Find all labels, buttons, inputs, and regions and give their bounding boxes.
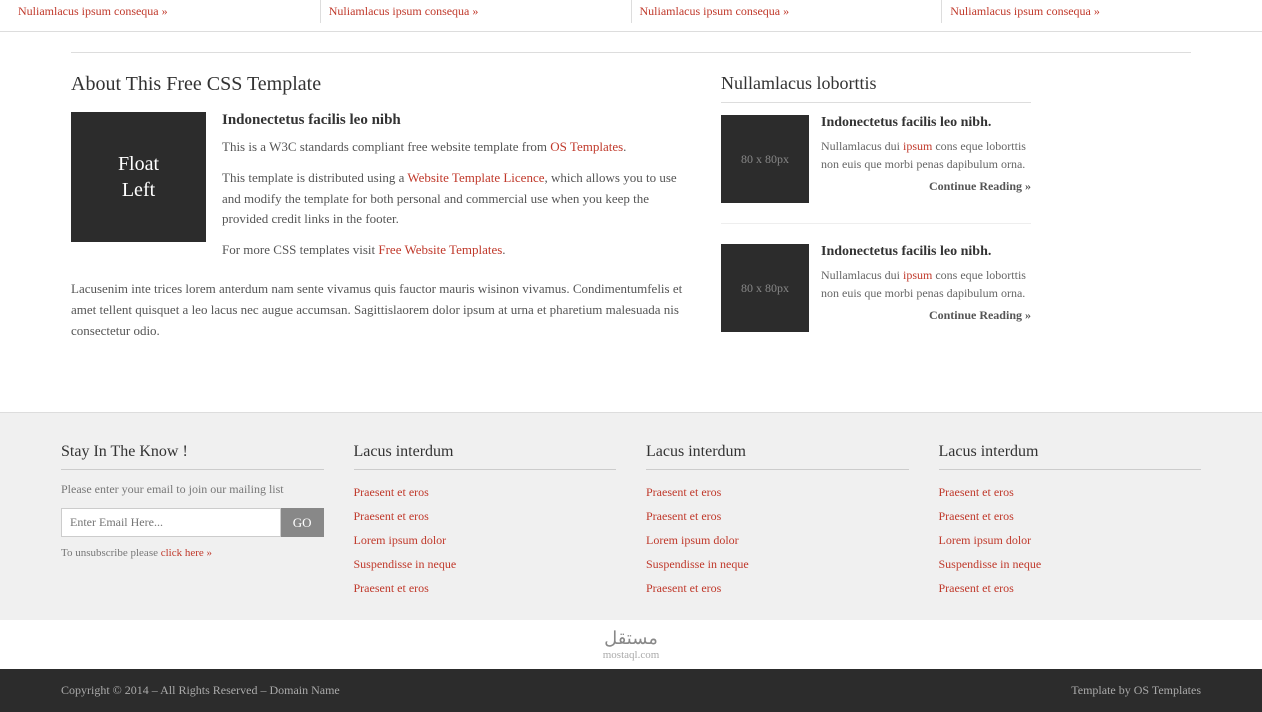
footer-link-4-1[interactable]: Praesent et eros <box>939 480 1202 504</box>
top-strip-item-1: Nuliamlacus ipsum consequa » <box>10 0 321 23</box>
article-block: Float Left Indonectetus facilis leo nibh… <box>71 112 691 271</box>
right-column: Nullamlacus loborttis 80 x 80px Indonect… <box>721 73 1031 372</box>
footer-top-inner: Stay In The Know ! Please enter your ema… <box>61 443 1201 600</box>
unsubscribe-text: To unsubscribe please click here » <box>61 547 324 559</box>
watermark-arabic: مستقل <box>8 628 1254 649</box>
footer-top: Stay In The Know ! Please enter your ema… <box>0 412 1262 620</box>
footer-col-2: Lacus interdum Praesent et eros Praesent… <box>354 443 617 600</box>
top-strip-item-4: Nuliamlacus ipsum consequa » <box>942 0 1252 23</box>
footer-link-3-1[interactable]: Praesent et eros <box>646 480 909 504</box>
right-article-2: 80 x 80px Indonectetus facilis leo nibh.… <box>721 244 1031 352</box>
mailing-desc: Please enter your email to join our mail… <box>61 480 324 498</box>
right-article-1-text: Nullamlacus dui ipsum cons eque lobortti… <box>821 137 1031 173</box>
footer-link-2-3[interactable]: Lorem ipsum dolor <box>354 528 617 552</box>
watermark-latin: mostaql.com <box>8 649 1254 661</box>
right-article-1: 80 x 80px Indonectetus facilis leo nibh.… <box>721 115 1031 224</box>
email-form: GO <box>61 508 324 537</box>
float-left-label: Float Left <box>118 151 159 203</box>
thumb-2: 80 x 80px <box>721 244 809 332</box>
footer-bottom: Copyright © 2014 – All Rights Reserved –… <box>0 669 1262 712</box>
footer-link-2-4[interactable]: Suspendisse in neque <box>354 552 617 576</box>
email-input[interactable] <box>61 508 281 537</box>
right-article-2-text: Nullamlacus dui ipsum cons eque lobortti… <box>821 266 1031 302</box>
top-strip-item-2: Nuliamlacus ipsum consequa » <box>321 0 632 23</box>
top-strip-item-3: Nuliamlacus ipsum consequa » <box>632 0 943 23</box>
right-article-1-content: Indonectetus facilis leo nibh. Nullamlac… <box>821 115 1031 203</box>
footer-col-mailing: Stay In The Know ! Please enter your ema… <box>61 443 324 600</box>
article-para-3: For more CSS templates visit Free Websit… <box>71 240 691 261</box>
footer-col-3: Lacus interdum Praesent et eros Praesent… <box>646 443 909 600</box>
watermark: مستقل mostaql.com <box>0 620 1262 669</box>
footer-col-1-title: Stay In The Know ! <box>61 443 324 470</box>
footer-col-2-title: Lacus interdum <box>354 443 617 470</box>
left-section-title: About This Free CSS Template <box>71 73 691 96</box>
main-wrapper: About This Free CSS Template Float Left … <box>61 32 1201 392</box>
article-1-ipsum-link[interactable]: ipsum <box>903 139 932 153</box>
footer-link-2-2[interactable]: Praesent et eros <box>354 504 617 528</box>
footer-col-3-title: Lacus interdum <box>646 443 909 470</box>
right-article-2-content: Indonectetus facilis leo nibh. Nullamlac… <box>821 244 1031 332</box>
continue-reading-2[interactable]: Continue Reading » <box>821 308 1031 323</box>
footer-links-3: Praesent et eros Praesent et eros Lorem … <box>646 480 909 600</box>
footer-link-4-3[interactable]: Lorem ipsum dolor <box>939 528 1202 552</box>
footer-links-2: Praesent et eros Praesent et eros Lorem … <box>354 480 617 600</box>
copyright-text: Copyright © 2014 – All Rights Reserved –… <box>61 683 340 698</box>
footer-bottom-inner: Copyright © 2014 – All Rights Reserved –… <box>61 683 1201 698</box>
unsubscribe-link[interactable]: click here » <box>161 547 212 559</box>
float-left-image: Float Left <box>71 112 206 242</box>
article-2-ipsum-link[interactable]: ipsum <box>903 268 932 282</box>
footer-link-3-4[interactable]: Suspendisse in neque <box>646 552 909 576</box>
content-row: About This Free CSS Template Float Left … <box>71 52 1191 372</box>
footer-link-3-5[interactable]: Praesent et eros <box>646 576 909 600</box>
footer-col-4-title: Lacus interdum <box>939 443 1202 470</box>
footer-link-3-2[interactable]: Praesent et eros <box>646 504 909 528</box>
footer-links-4: Praesent et eros Praesent et eros Lorem … <box>939 480 1202 600</box>
footer-link-4-5[interactable]: Praesent et eros <box>939 576 1202 600</box>
template-by-text: Template by OS Templates <box>1071 683 1201 698</box>
footer-link-4-2[interactable]: Praesent et eros <box>939 504 1202 528</box>
left-column: About This Free CSS Template Float Left … <box>71 73 691 372</box>
main-text: Lacusenim inte trices lorem anterdum nam… <box>71 279 691 341</box>
footer-link-2-1[interactable]: Praesent et eros <box>354 480 617 504</box>
licence-link[interactable]: Website Template Licence <box>407 170 544 185</box>
footer-link-4-4[interactable]: Suspendisse in neque <box>939 552 1202 576</box>
right-article-1-title: Indonectetus facilis leo nibh. <box>821 115 1031 131</box>
right-section-title: Nullamlacus loborttis <box>721 73 1031 103</box>
free-templates-link[interactable]: Free Website Templates <box>378 242 502 257</box>
continue-reading-1[interactable]: Continue Reading » <box>821 179 1031 194</box>
footer-link-3-3[interactable]: Lorem ipsum dolor <box>646 528 909 552</box>
right-article-2-title: Indonectetus facilis leo nibh. <box>821 244 1031 260</box>
go-button[interactable]: GO <box>281 508 324 537</box>
footer-col-4: Lacus interdum Praesent et eros Praesent… <box>939 443 1202 600</box>
thumb-1: 80 x 80px <box>721 115 809 203</box>
os-templates-link[interactable]: OS Templates <box>550 139 623 154</box>
top-strip: Nuliamlacus ipsum consequa » Nuliamlacus… <box>0 0 1262 32</box>
footer-link-2-5[interactable]: Praesent et eros <box>354 576 617 600</box>
